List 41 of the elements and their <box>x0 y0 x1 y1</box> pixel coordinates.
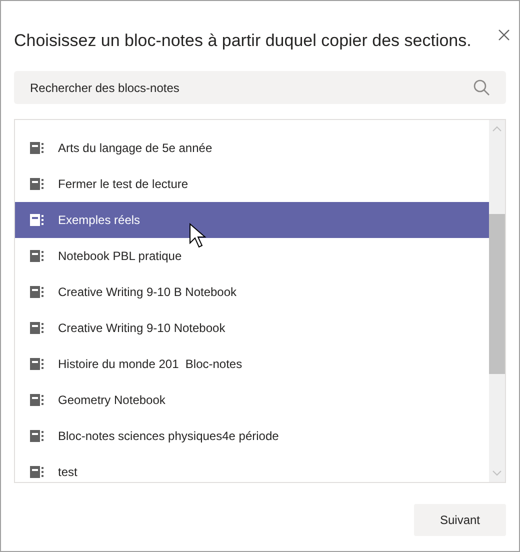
notebook-icon <box>30 321 44 335</box>
close-icon <box>498 29 510 41</box>
notebook-icon <box>30 357 44 371</box>
notebook-name: Creative Writing 9-10 B Notebook <box>58 284 237 301</box>
notebook-icon <box>30 213 44 227</box>
notebook-name: Geometry Notebook <box>58 392 166 409</box>
notebook-item[interactable]: Histoire du monde 201 Bloc-notes <box>15 346 489 382</box>
notebook-name: Notebook PBL pratique <box>58 248 182 265</box>
notebook-item[interactable]: Arts du langage de 5e année <box>15 130 489 166</box>
notebook-item[interactable]: Fermer le test de lecture <box>15 166 489 202</box>
notebook-icon <box>30 285 44 299</box>
dialog-title: Choisissez un bloc-notes à partir duquel copier des sections. <box>14 30 472 52</box>
notebook-item[interactable]: Bloc-notes sciences physiques4e période <box>15 418 489 454</box>
cursor-icon <box>189 223 207 249</box>
notebook-name: Bloc-notes sciences physiques4e période <box>58 428 279 445</box>
notebook-name: Fermer le test de lecture <box>58 176 188 193</box>
notebook-item[interactable]: Geometry Notebook <box>15 382 489 418</box>
notebook-name: Exemples réels <box>58 212 140 229</box>
scroll-up-icon <box>492 126 502 132</box>
notebook-item[interactable]: Exemples réels <box>15 202 489 238</box>
notebook-icon <box>30 249 44 263</box>
scrollbar-thumb[interactable] <box>489 214 505 374</box>
notebook-icon <box>30 429 44 443</box>
notebook-name: test <box>58 464 78 481</box>
notebook-item[interactable]: Creative Writing 9-10 B Notebook <box>15 274 489 310</box>
notebook-icon <box>30 393 44 407</box>
notebook-item[interactable]: Notebook PBL pratique <box>15 238 489 274</box>
notebook-item[interactable]: Creative Writing 9-10 Notebook <box>15 310 489 346</box>
notebook-name: Creative Writing 9-10 Notebook <box>58 320 226 337</box>
notebook-icon <box>30 465 44 479</box>
next-button[interactable]: Suivant <box>414 504 506 536</box>
notebook-name: Arts du langage de 5e année <box>58 140 212 157</box>
close-button[interactable] <box>496 27 512 43</box>
scroll-down-icon <box>492 470 502 476</box>
scrollbar[interactable] <box>489 120 505 482</box>
notebook-icon <box>30 141 44 155</box>
search-icon <box>473 79 490 96</box>
notebook-item[interactable]: test <box>15 454 489 482</box>
notebook-name: Histoire du monde 201 Bloc-notes <box>58 356 242 373</box>
notebook-icon <box>30 177 44 191</box>
search-field[interactable]: Rechercher des blocs-notes <box>14 71 506 104</box>
